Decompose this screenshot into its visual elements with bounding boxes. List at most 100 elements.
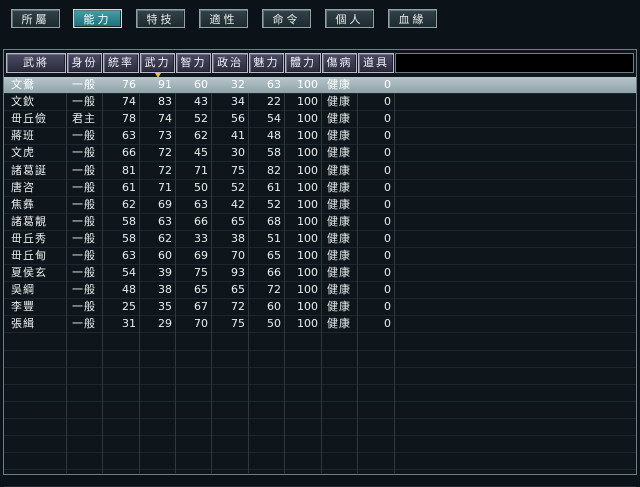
- tab-lineage[interactable]: 血緣: [388, 9, 437, 28]
- cell-status: 健康: [327, 181, 351, 194]
- table-row[interactable]: 唐咨 一般 61 71 50 52 61 100 健康 0: [4, 180, 636, 196]
- cell-status: 健康: [327, 317, 351, 330]
- header-politics[interactable]: 政治: [212, 53, 248, 73]
- table-row[interactable]: 吳綱 一般 48 38 65 65 72 100 健康 0: [4, 282, 636, 298]
- cell-name: 毌丘秀: [11, 232, 47, 245]
- cell-items: 0: [384, 249, 391, 262]
- row-divider: [4, 418, 636, 419]
- header-officer[interactable]: 武將: [6, 53, 66, 73]
- table-row[interactable]: 文虎 一般 66 72 45 30 58 100 健康 0: [4, 145, 636, 161]
- cell-war: 71: [158, 181, 172, 194]
- cell-name: 諸葛誕: [11, 164, 47, 177]
- cell-lead: 54: [122, 266, 136, 279]
- row-divider: [4, 332, 636, 333]
- cell-rank: 君主: [72, 112, 96, 125]
- cell-int: 63: [194, 198, 208, 211]
- table-row[interactable]: 諸葛誕 一般 81 72 71 75 82 100 健康 0: [4, 163, 636, 179]
- cell-items: 0: [384, 78, 391, 91]
- cell-chr: 61: [267, 181, 281, 194]
- cell-hp: 100: [297, 181, 318, 194]
- cell-pol: 70: [231, 249, 245, 262]
- cell-rank: 一般: [72, 181, 96, 194]
- table-row[interactable]: 毌丘甸 一般 63 60 69 70 65 100 健康 0: [4, 248, 636, 264]
- cell-lead: 66: [122, 146, 136, 159]
- cell-hp: 100: [297, 249, 318, 262]
- cell-hp: 100: [297, 198, 318, 211]
- cell-hp: 100: [297, 78, 318, 91]
- header-leadership[interactable]: 統率: [103, 53, 139, 73]
- header-rank[interactable]: 身份: [67, 53, 102, 73]
- row-divider: [4, 435, 636, 436]
- table-row[interactable]: 毌丘儉 君主 78 74 52 56 54 100 健康 0: [4, 111, 636, 127]
- header-intelligence[interactable]: 智力: [176, 53, 211, 73]
- cell-lead: 63: [122, 249, 136, 262]
- cell-items: 0: [384, 146, 391, 159]
- cell-war: 63: [158, 215, 172, 228]
- cell-rank: 一般: [72, 249, 96, 262]
- cell-war: 69: [158, 198, 172, 211]
- cell-chr: 52: [267, 198, 281, 211]
- cell-lead: 48: [122, 283, 136, 296]
- cell-lead: 25: [122, 300, 136, 313]
- cell-chr: 48: [267, 129, 281, 142]
- header-label: 體力: [290, 56, 316, 69]
- cell-war: 72: [158, 164, 172, 177]
- tab-skills[interactable]: 特技: [136, 9, 185, 28]
- cell-chr: 54: [267, 112, 281, 125]
- cell-items: 0: [384, 300, 391, 313]
- table-row[interactable]: 毌丘秀 一般 58 62 33 38 51 100 健康 0: [4, 231, 636, 247]
- header-items[interactable]: 道具: [358, 53, 394, 73]
- row-divider: [4, 469, 636, 470]
- cell-pol: 32: [231, 78, 245, 91]
- table-row[interactable]: 焦彝 一般 62 69 63 42 52 100 健康 0: [4, 197, 636, 213]
- cell-pol: 52: [231, 181, 245, 194]
- header-stamina[interactable]: 體力: [285, 53, 321, 73]
- officer-table: 文鴦 一般 76 91 60 32 63 100 健康 0 文欽 一般 74 83 43 34 22 100 健康 0…: [4, 77, 636, 487]
- header-charisma[interactable]: 魅力: [249, 53, 284, 73]
- header-war[interactable]: 武力: [140, 53, 175, 78]
- cell-items: 0: [384, 95, 391, 108]
- cell-rank: 一般: [72, 95, 96, 108]
- header-spacer: [395, 53, 634, 73]
- table-row[interactable]: 文欽 一般 74 83 43 34 22 100 健康 0: [4, 94, 636, 110]
- cell-items: 0: [384, 232, 391, 245]
- tab-affiliation[interactable]: 所屬: [11, 9, 60, 28]
- cell-lead: 58: [122, 215, 136, 228]
- tab-personal[interactable]: 個人: [325, 9, 374, 28]
- cell-chr: 51: [267, 232, 281, 245]
- cell-status: 健康: [327, 215, 351, 228]
- tab-aptitude[interactable]: 適性: [199, 9, 248, 28]
- cell-rank: 一般: [72, 198, 96, 211]
- cell-chr: 60: [267, 300, 281, 313]
- cell-rank: 一般: [72, 78, 96, 91]
- cell-lead: 31: [122, 317, 136, 330]
- cell-rank: 一般: [72, 283, 96, 296]
- cell-status: 健康: [327, 266, 351, 279]
- cell-status: 健康: [327, 249, 351, 262]
- cell-status: 健康: [327, 112, 351, 125]
- table-row[interactable]: 夏侯玄 一般 54 39 75 93 66 100 健康 0: [4, 265, 636, 281]
- tab-command[interactable]: 命令: [262, 9, 311, 28]
- cell-rank: 一般: [72, 215, 96, 228]
- tab-ability[interactable]: 能力: [73, 9, 122, 28]
- header-injury[interactable]: 傷病: [322, 53, 357, 73]
- cell-items: 0: [384, 112, 391, 125]
- cell-war: 38: [158, 283, 172, 296]
- cell-rank: 一般: [72, 164, 96, 177]
- cell-chr: 63: [267, 78, 281, 91]
- cell-int: 52: [194, 112, 208, 125]
- cell-chr: 82: [267, 164, 281, 177]
- table-row[interactable]: 文鴦 一般 76 91 60 32 63 100 健康 0: [4, 77, 636, 93]
- cell-pol: 65: [231, 215, 245, 228]
- tab-bar: 所屬 能力 特技 適性 命令 個人 血緣: [0, 0, 640, 44]
- cell-name: 唐咨: [11, 181, 35, 194]
- cell-war: 73: [158, 129, 172, 142]
- table-row[interactable]: 蔣班 一般 63 73 62 41 48 100 健康 0: [4, 128, 636, 144]
- cell-name: 文鴦: [11, 78, 35, 91]
- cell-int: 70: [194, 317, 208, 330]
- cell-int: 66: [194, 215, 208, 228]
- table-row[interactable]: 諸葛靚 一般 58 63 66 65 68 100 健康 0: [4, 214, 636, 230]
- cell-war: 83: [158, 95, 172, 108]
- table-row[interactable]: 李豐 一般 25 35 67 72 60 100 健康 0: [4, 299, 636, 315]
- table-row[interactable]: 張緝 一般 31 29 70 75 50 100 健康 0: [4, 316, 636, 332]
